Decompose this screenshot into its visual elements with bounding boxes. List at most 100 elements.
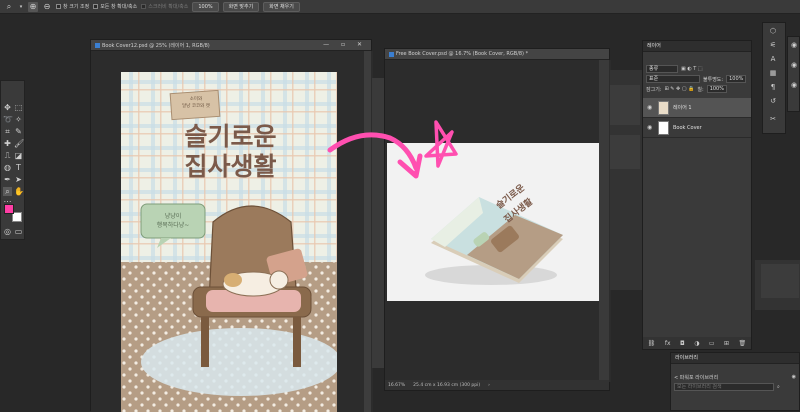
brush-settings-icon[interactable]: ⚟: [768, 41, 778, 49]
bubble-line2: 행복하다냥~: [156, 222, 190, 229]
resize-windows-checkbox[interactable]: 창 크기 조정: [56, 3, 89, 10]
magic-wand-icon[interactable]: ✧: [14, 115, 23, 124]
opacity-label: 불투명도:: [703, 76, 724, 83]
scrubby-zoom-checkbox[interactable]: 스크러비 확대/축소: [141, 3, 188, 10]
cover-small-label: 소미와 달냥 코코와 캣: [173, 96, 219, 110]
tool-preset-dropdown-icon[interactable]: ▾: [18, 2, 24, 12]
dock-area: [755, 260, 800, 310]
fx-icon[interactable]: fx: [665, 340, 671, 347]
checkbox-box[interactable]: [93, 4, 99, 9]
cover-title-line1: 슬기로운: [184, 122, 277, 151]
trash-icon[interactable]: 🗑: [739, 340, 747, 347]
user-icon[interactable]: ◉: [792, 374, 796, 380]
group-icon[interactable]: ▭: [709, 340, 715, 347]
visibility-eye-icon[interactable]: ◉: [647, 104, 654, 111]
layer-name: 레이어 1: [673, 105, 692, 111]
visibility-eye-icon[interactable]: ◉: [647, 124, 654, 131]
speech-bubble-text: 냥냥이 행복하다냥~: [143, 212, 203, 230]
fill-screen-button[interactable]: 화면 채우기: [263, 1, 300, 12]
right-panel-icons-secondary: ◉ ◉ ◉: [787, 36, 800, 112]
status-arrow-icon[interactable]: ›: [488, 383, 490, 388]
checkbox-box[interactable]: [141, 4, 147, 9]
screen-mode-icon[interactable]: ▭: [14, 227, 23, 236]
lock-icons[interactable]: ⊞ ✎ ✥ ▢ 🔒: [665, 86, 695, 92]
quick-mask-icon[interactable]: ◎: [3, 227, 12, 236]
tools-preset-icon[interactable]: ✂: [768, 115, 778, 123]
current-library-label[interactable]: < 파워포 라이브러리: [674, 374, 718, 381]
lasso-tool-icon[interactable]: ➰: [3, 115, 13, 124]
vertical-scrollbar[interactable]: [599, 60, 609, 382]
foreground-color-swatch[interactable]: [4, 204, 14, 214]
layer-row[interactable]: ◉ 레이어 1: [643, 98, 751, 118]
library-search-input[interactable]: [674, 383, 774, 391]
crop-tool-icon[interactable]: ⌗: [3, 127, 12, 136]
layer-row[interactable]: ◉ Book Cover: [643, 118, 751, 138]
marquee-tool-icon[interactable]: ⬚: [14, 103, 23, 112]
filter-icons[interactable]: ▣ ◐ T ⬚: [681, 66, 703, 72]
brush-tool-icon[interactable]: 🖌: [14, 139, 24, 148]
lock-row: 잠그기: ⊞ ✎ ✥ ▢ 🔒 칠: 100%: [643, 84, 751, 94]
search-icon[interactable]: ⌕: [777, 384, 780, 390]
stamp-tool-icon[interactable]: ⎍: [3, 151, 12, 160]
document-tab[interactable]: Free Book Cover.psd @ 16.7% (Book Cover,…: [385, 49, 609, 60]
status-bar: 16.67% 25.4 cm x 16.93 cm (300 ppi) ›: [385, 380, 609, 390]
adjustment-icon[interactable]: ◑: [694, 340, 699, 347]
healing-brush-icon[interactable]: ✚: [3, 139, 12, 148]
document-tab[interactable]: Book Cover12.psd @ 25% (레이어 1, RGB/8) — …: [91, 40, 371, 51]
eye-icon[interactable]: ◉: [789, 81, 799, 89]
path-select-icon[interactable]: ➤: [14, 175, 23, 184]
cover-label-line1: 소미와: [189, 97, 203, 102]
kind-filter-dropdown[interactable]: 종류: [646, 65, 678, 73]
type-tool-icon[interactable]: T: [14, 163, 23, 172]
layer-thumbnail: [658, 100, 669, 115]
document-title: Free Book Cover.psd @ 16.7% (Book Cover,…: [396, 51, 529, 57]
eye-icon[interactable]: ◉: [789, 41, 799, 49]
document-title: Book Cover12.psd @ 25% (레이어 1, RGB/8): [102, 42, 210, 49]
character-icon[interactable]: A: [768, 55, 778, 63]
status-zoom[interactable]: 16.67%: [388, 383, 405, 388]
zoom-all-windows-checkbox[interactable]: 모든 창 확대/축소: [93, 3, 137, 10]
zoom-out-icon[interactable]: ⊖: [42, 2, 52, 12]
cover-title-line2: 집사생활: [184, 152, 277, 181]
layers-tab[interactable]: 레이어: [643, 41, 751, 52]
eraser-tool-icon[interactable]: ◪: [14, 151, 23, 160]
collapsed-panel-block: [610, 135, 640, 169]
zoom-in-icon[interactable]: ⊕: [28, 1, 38, 12]
hand-tool-icon[interactable]: ✋: [14, 187, 24, 196]
swatches-icon[interactable]: ▦: [768, 69, 778, 77]
history-icon[interactable]: ↺: [768, 97, 778, 105]
library-nav-row[interactable]: < 파워포 라이브러리 ◉: [671, 372, 799, 382]
link-icon[interactable]: ⛓: [648, 340, 656, 347]
right-panel-icons: ⬡ ⚟ A ▦ ¶ ↺ ✂: [762, 22, 786, 134]
blend-mode-dropdown[interactable]: 표준: [646, 75, 700, 83]
bubble-line1: 냥냥이: [164, 213, 182, 220]
libraries-tab[interactable]: 라이브러리: [671, 353, 799, 364]
fill-field[interactable]: 100%: [706, 85, 727, 93]
eye-icon[interactable]: ◉: [789, 61, 799, 69]
opacity-field[interactable]: 100%: [726, 75, 747, 83]
smart-object-thumbnail: [658, 120, 669, 135]
3d-icon[interactable]: ⬡: [768, 27, 778, 35]
eyedropper-icon[interactable]: ✎: [14, 127, 23, 136]
zoom-tool-icon[interactable]: ⌕: [3, 187, 12, 196]
move-tool-icon[interactable]: ✥: [3, 103, 12, 112]
libraries-panel: 라이브러리 < 파워포 라이브러리 ◉ ⌕: [670, 352, 800, 411]
cover-label-line2: 달냥 코코와 캣: [182, 104, 210, 109]
library-search-row: ⌕: [671, 382, 799, 392]
mask-icon[interactable]: ◘: [680, 340, 685, 347]
lock-label: 잠그기:: [646, 86, 662, 93]
document-window-book-cover: Book Cover12.psd @ 25% (레이어 1, RGB/8) — …: [90, 39, 373, 412]
pen-tool-icon[interactable]: ✒: [3, 175, 12, 184]
zoom-100-button[interactable]: 100%: [192, 1, 219, 12]
psd-file-icon: [95, 42, 100, 48]
vertical-scrollbar[interactable]: [364, 51, 371, 412]
zoom-tool-icon[interactable]: ⌕: [4, 2, 14, 12]
checkbox-box[interactable]: [56, 4, 61, 9]
book-cover-artwork: 소미와 달냥 코코와 캣 슬기로운 집사생활 냥냥이 행복하다냥~: [121, 72, 337, 412]
new-layer-icon[interactable]: ⊞: [724, 340, 729, 347]
fit-screen-button[interactable]: 화면 맞추기: [222, 1, 260, 12]
paragraph-icon[interactable]: ¶: [768, 83, 778, 91]
paint-bucket-icon[interactable]: ◍: [3, 163, 12, 172]
window-controls[interactable]: — ▫ ✕: [323, 41, 367, 48]
status-doc-info: 25.4 cm x 16.93 cm (300 ppi): [413, 382, 481, 388]
